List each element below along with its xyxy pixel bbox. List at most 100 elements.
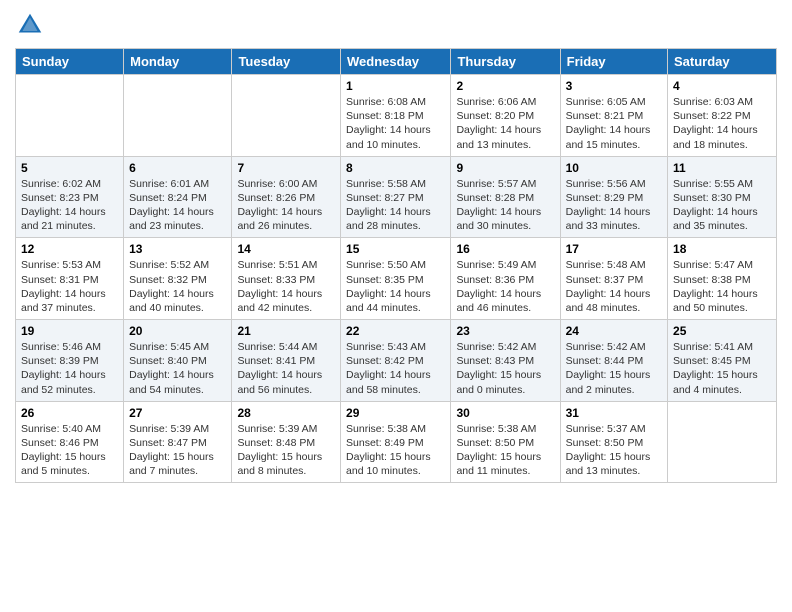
calendar-cell: 20 Sunrise: 5:45 AM Sunset: 8:40 PM Dayli… [124, 320, 232, 402]
day-info: Sunrise: 6:00 AM Sunset: 8:26 PM Dayligh… [237, 177, 335, 234]
day-number: 17 [566, 242, 662, 256]
calendar-cell: 19 Sunrise: 5:46 AM Sunset: 8:39 PM Dayli… [16, 320, 124, 402]
week-row: 19 Sunrise: 5:46 AM Sunset: 8:39 PM Dayli… [16, 320, 777, 402]
day-number: 29 [346, 406, 445, 420]
day-number: 19 [21, 324, 118, 338]
day-info: Sunrise: 6:08 AM Sunset: 8:18 PM Dayligh… [346, 95, 445, 152]
weekday-header: Wednesday [341, 49, 451, 75]
day-info: Sunrise: 5:39 AM Sunset: 8:47 PM Dayligh… [129, 422, 226, 479]
day-number: 22 [346, 324, 445, 338]
day-info: Sunrise: 5:52 AM Sunset: 8:32 PM Dayligh… [129, 258, 226, 315]
day-number: 4 [673, 79, 771, 93]
calendar-cell: 29 Sunrise: 5:38 AM Sunset: 8:49 PM Dayli… [341, 401, 451, 483]
weekday-header: Sunday [16, 49, 124, 75]
calendar-cell [232, 75, 341, 157]
page: SundayMondayTuesdayWednesdayThursdayFrid… [0, 0, 792, 612]
weekday-header: Tuesday [232, 49, 341, 75]
day-info: Sunrise: 5:40 AM Sunset: 8:46 PM Dayligh… [21, 422, 118, 479]
day-number: 27 [129, 406, 226, 420]
calendar-cell: 3Sunrise: 6:05 AM Sunset: 8:21 PM Daylig… [560, 75, 667, 157]
day-number: 26 [21, 406, 118, 420]
day-info: Sunrise: 5:45 AM Sunset: 8:40 PM Dayligh… [129, 340, 226, 397]
day-info: Sunrise: 5:41 AM Sunset: 8:45 PM Dayligh… [673, 340, 771, 397]
calendar-cell: 9 Sunrise: 5:57 AM Sunset: 8:28 PM Daylig… [451, 156, 560, 238]
calendar-cell [16, 75, 124, 157]
day-number: 14 [237, 242, 335, 256]
weekday-row: SundayMondayTuesdayWednesdayThursdayFrid… [16, 49, 777, 75]
day-number: 28 [237, 406, 335, 420]
calendar-cell: 24Sunrise: 5:42 AM Sunset: 8:44 PM Dayli… [560, 320, 667, 402]
day-number: 1 [346, 79, 445, 93]
calendar-cell: 1 Sunrise: 6:08 AM Sunset: 8:18 PM Daylig… [341, 75, 451, 157]
day-number: 6 [129, 161, 226, 175]
day-info: Sunrise: 5:43 AM Sunset: 8:42 PM Dayligh… [346, 340, 445, 397]
day-number: 8 [346, 161, 445, 175]
calendar-cell [668, 401, 777, 483]
day-number: 9 [456, 161, 554, 175]
day-info: Sunrise: 6:06 AM Sunset: 8:20 PM Dayligh… [456, 95, 554, 152]
day-number: 11 [673, 161, 771, 175]
day-info: Sunrise: 5:44 AM Sunset: 8:41 PM Dayligh… [237, 340, 335, 397]
day-number: 12 [21, 242, 118, 256]
calendar-cell: 4Sunrise: 6:03 AM Sunset: 8:22 PM Daylig… [668, 75, 777, 157]
weekday-header: Friday [560, 49, 667, 75]
calendar-cell: 28 Sunrise: 5:39 AM Sunset: 8:48 PM Dayli… [232, 401, 341, 483]
day-number: 15 [346, 242, 445, 256]
day-info: Sunrise: 5:51 AM Sunset: 8:33 PM Dayligh… [237, 258, 335, 315]
day-info: Sunrise: 5:38 AM Sunset: 8:50 PM Dayligh… [456, 422, 554, 479]
calendar-cell: 17 Sunrise: 5:48 AM Sunset: 8:37 PM Dayli… [560, 238, 667, 320]
calendar-cell: 2 Sunrise: 6:06 AM Sunset: 8:20 PM Daylig… [451, 75, 560, 157]
calendar-header: SundayMondayTuesdayWednesdayThursdayFrid… [16, 49, 777, 75]
calendar-cell: 18Sunrise: 5:47 AM Sunset: 8:38 PM Dayli… [668, 238, 777, 320]
calendar-cell: 25 Sunrise: 5:41 AM Sunset: 8:45 PM Dayli… [668, 320, 777, 402]
day-info: Sunrise: 5:56 AM Sunset: 8:29 PM Dayligh… [566, 177, 662, 234]
day-number: 5 [21, 161, 118, 175]
calendar-cell: 10 Sunrise: 5:56 AM Sunset: 8:29 PM Dayli… [560, 156, 667, 238]
day-info: Sunrise: 5:39 AM Sunset: 8:48 PM Dayligh… [237, 422, 335, 479]
calendar-cell: 22 Sunrise: 5:43 AM Sunset: 8:42 PM Dayli… [341, 320, 451, 402]
day-number: 10 [566, 161, 662, 175]
day-info: Sunrise: 5:58 AM Sunset: 8:27 PM Dayligh… [346, 177, 445, 234]
day-info: Sunrise: 5:57 AM Sunset: 8:28 PM Dayligh… [456, 177, 554, 234]
calendar-body: 1 Sunrise: 6:08 AM Sunset: 8:18 PM Daylig… [16, 75, 777, 483]
day-info: Sunrise: 6:01 AM Sunset: 8:24 PM Dayligh… [129, 177, 226, 234]
day-info: Sunrise: 5:42 AM Sunset: 8:44 PM Dayligh… [566, 340, 662, 397]
logo-icon [15, 10, 45, 40]
day-info: Sunrise: 6:02 AM Sunset: 8:23 PM Dayligh… [21, 177, 118, 234]
calendar-cell: 14 Sunrise: 5:51 AM Sunset: 8:33 PM Dayli… [232, 238, 341, 320]
calendar-cell: 16 Sunrise: 5:49 AM Sunset: 8:36 PM Dayli… [451, 238, 560, 320]
header [15, 10, 777, 40]
calendar-cell: 12 Sunrise: 5:53 AM Sunset: 8:31 PM Dayli… [16, 238, 124, 320]
calendar: SundayMondayTuesdayWednesdayThursdayFrid… [15, 48, 777, 483]
day-number: 23 [456, 324, 554, 338]
day-number: 31 [566, 406, 662, 420]
day-info: Sunrise: 5:53 AM Sunset: 8:31 PM Dayligh… [21, 258, 118, 315]
weekday-header: Saturday [668, 49, 777, 75]
calendar-cell: 8 Sunrise: 5:58 AM Sunset: 8:27 PM Daylig… [341, 156, 451, 238]
day-info: Sunrise: 5:37 AM Sunset: 8:50 PM Dayligh… [566, 422, 662, 479]
day-info: Sunrise: 5:38 AM Sunset: 8:49 PM Dayligh… [346, 422, 445, 479]
calendar-cell: 7 Sunrise: 6:00 AM Sunset: 8:26 PM Daylig… [232, 156, 341, 238]
day-number: 16 [456, 242, 554, 256]
weekday-header: Monday [124, 49, 232, 75]
day-number: 7 [237, 161, 335, 175]
week-row: 12 Sunrise: 5:53 AM Sunset: 8:31 PM Dayli… [16, 238, 777, 320]
calendar-cell: 11Sunrise: 5:55 AM Sunset: 8:30 PM Dayli… [668, 156, 777, 238]
calendar-cell: 5 Sunrise: 6:02 AM Sunset: 8:23 PM Daylig… [16, 156, 124, 238]
day-info: Sunrise: 5:48 AM Sunset: 8:37 PM Dayligh… [566, 258, 662, 315]
day-info: Sunrise: 5:46 AM Sunset: 8:39 PM Dayligh… [21, 340, 118, 397]
day-number: 13 [129, 242, 226, 256]
day-number: 3 [566, 79, 662, 93]
week-row: 1 Sunrise: 6:08 AM Sunset: 8:18 PM Daylig… [16, 75, 777, 157]
calendar-cell: 23Sunrise: 5:42 AM Sunset: 8:43 PM Dayli… [451, 320, 560, 402]
calendar-cell [124, 75, 232, 157]
day-info: Sunrise: 5:50 AM Sunset: 8:35 PM Dayligh… [346, 258, 445, 315]
day-number: 20 [129, 324, 226, 338]
calendar-cell: 30Sunrise: 5:38 AM Sunset: 8:50 PM Dayli… [451, 401, 560, 483]
day-number: 2 [456, 79, 554, 93]
day-info: Sunrise: 5:49 AM Sunset: 8:36 PM Dayligh… [456, 258, 554, 315]
day-number: 25 [673, 324, 771, 338]
logo [15, 10, 49, 40]
week-row: 26 Sunrise: 5:40 AM Sunset: 8:46 PM Dayli… [16, 401, 777, 483]
calendar-cell: 31 Sunrise: 5:37 AM Sunset: 8:50 PM Dayli… [560, 401, 667, 483]
